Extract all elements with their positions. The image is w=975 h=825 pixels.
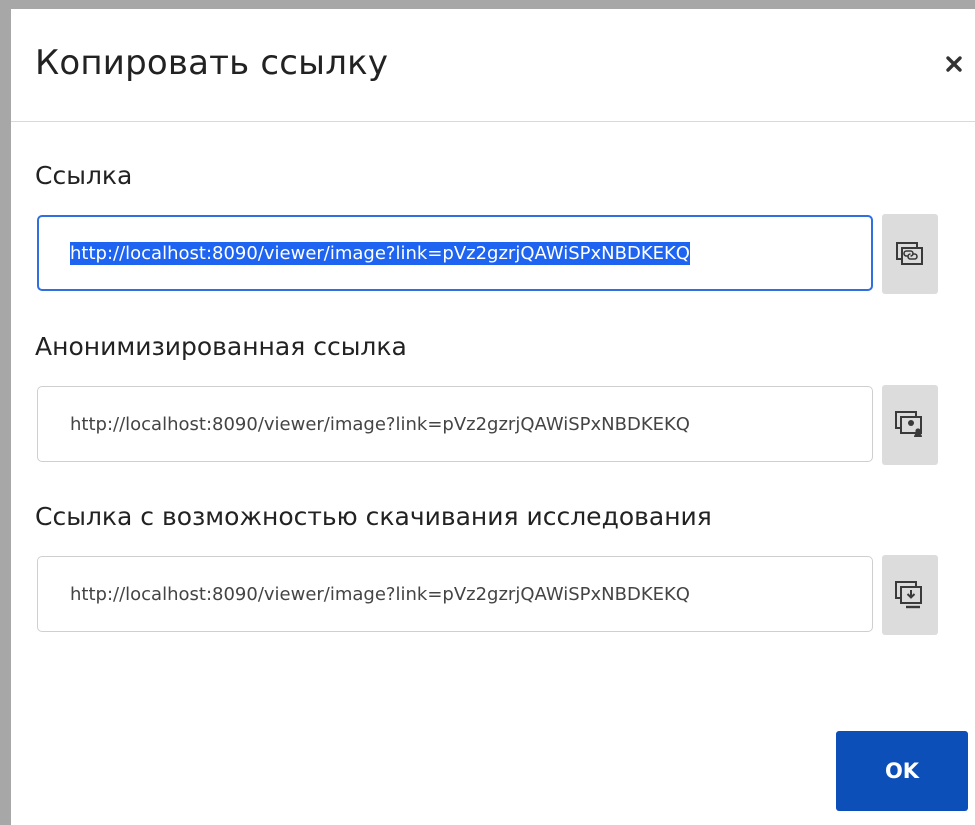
copy-link-icon	[896, 242, 923, 265]
field-label-download-link: Ссылка с возможностью скачивания исследо…	[35, 502, 712, 531]
copy-download-link-icon	[895, 581, 922, 609]
dialog-title: Копировать ссылку	[35, 43, 389, 83]
copy-link-dialog: Копировать ссылку Ссылка http://localhos…	[11, 9, 975, 825]
download-link-input-value: http://localhost:8090/viewer/image?link=…	[70, 583, 690, 605]
window-border-top	[0, 0, 975, 9]
window-border-left	[0, 0, 11, 825]
field-label-link: Ссылка	[35, 161, 133, 190]
link-input[interactable]: http://localhost:8090/viewer/image?link=…	[37, 215, 873, 291]
anonymous-link-input[interactable]: http://localhost:8090/viewer/image?link=…	[37, 386, 873, 462]
field-label-anonymous-link: Анонимизированная ссылка	[35, 332, 407, 361]
download-link-input[interactable]: http://localhost:8090/viewer/image?link=…	[37, 556, 873, 632]
close-icon[interactable]	[943, 53, 965, 75]
ok-button[interactable]: OK	[836, 731, 968, 811]
copy-link-button[interactable]	[882, 214, 938, 294]
header-divider	[11, 121, 975, 122]
link-input-value: http://localhost:8090/viewer/image?link=…	[70, 241, 690, 265]
copy-anonymous-link-button[interactable]	[882, 385, 938, 465]
copy-anonymous-link-icon	[895, 411, 922, 437]
copy-download-link-button[interactable]	[882, 555, 938, 635]
screen: Копировать ссылку Ссылка http://localhos…	[0, 0, 975, 825]
anonymous-link-input-value: http://localhost:8090/viewer/image?link=…	[70, 413, 690, 435]
